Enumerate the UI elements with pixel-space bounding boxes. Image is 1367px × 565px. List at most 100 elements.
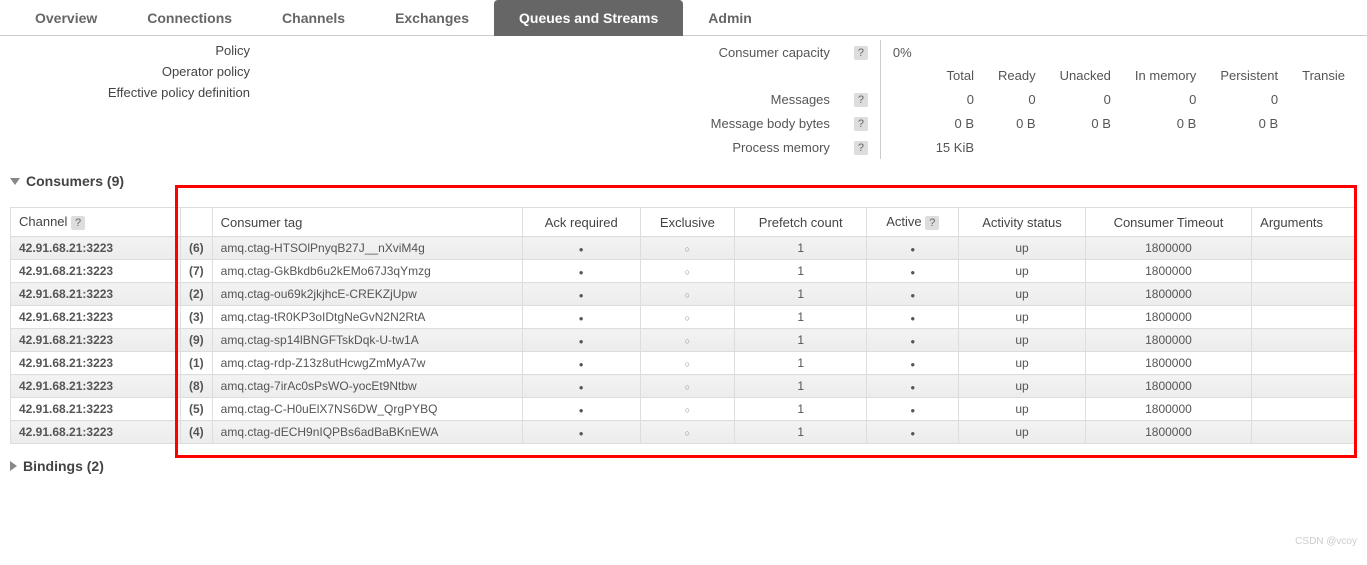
- channel-counter: (9): [181, 329, 213, 352]
- consumer-tag: amq.ctag-dECH9nIQPBs6adBaBKnEWA: [212, 421, 522, 444]
- active-cell: [867, 237, 959, 260]
- timeout-cell: 1800000: [1085, 375, 1251, 398]
- prefetch-cell: 1: [735, 352, 867, 375]
- processmem-value: 15 KiB: [924, 135, 986, 159]
- consumer-tag: amq.ctag-ou69k2jkjhcE-CREKZjUpw: [212, 283, 522, 306]
- channel-link[interactable]: 42.91.68.21:3223: [11, 306, 181, 329]
- stats-header-total: Total: [924, 64, 986, 87]
- exclusive-cell: [640, 237, 734, 260]
- consumers-table: Channel ? Consumer tag Ack required Excl…: [10, 207, 1357, 444]
- col-prefetch: Prefetch count: [735, 208, 867, 237]
- status-cell: up: [959, 375, 1086, 398]
- table-row: 42.91.68.21:3223(2)amq.ctag-ou69k2jkjhcE…: [11, 283, 1357, 306]
- help-icon[interactable]: ?: [854, 46, 868, 60]
- stats-header-ready: Ready: [986, 64, 1048, 87]
- help-icon[interactable]: ?: [854, 117, 868, 131]
- channel-link[interactable]: 42.91.68.21:3223: [11, 283, 181, 306]
- help-icon[interactable]: ?: [854, 141, 868, 155]
- args-cell: [1252, 306, 1357, 329]
- exclusive-cell: [640, 306, 734, 329]
- table-row: 42.91.68.21:3223(1)amq.ctag-rdp-Z13z8utH…: [11, 352, 1357, 375]
- channel-counter: (2): [181, 283, 213, 306]
- exclusive-cell: [640, 398, 734, 421]
- consumer-tag: amq.ctag-GkBkdb6u2kEMo67J3qYmzg: [212, 260, 522, 283]
- tab-admin[interactable]: Admin: [683, 0, 777, 36]
- consumers-section-header[interactable]: Consumers (9): [0, 159, 1367, 195]
- policy-label: Policy: [10, 40, 250, 61]
- chevron-right-icon: [10, 461, 17, 471]
- tab-exchanges[interactable]: Exchanges: [370, 0, 494, 36]
- help-icon[interactable]: ?: [925, 216, 939, 230]
- tab-queues[interactable]: Queues and Streams: [494, 0, 683, 36]
- stats-header-unacked: Unacked: [1048, 64, 1123, 87]
- bodybytes-ready: 0 B: [986, 111, 1048, 135]
- col-exclusive: Exclusive: [640, 208, 734, 237]
- col-channel: Channel ?: [11, 208, 181, 237]
- bindings-title: Bindings (2): [23, 458, 104, 474]
- consumer-tag: amq.ctag-HTSOlPnyqB27J__nXviM4g: [212, 237, 522, 260]
- effective-policy-label: Effective policy definition: [10, 82, 250, 103]
- table-row: 42.91.68.21:3223(4)amq.ctag-dECH9nIQPBs6…: [11, 421, 1357, 444]
- timeout-cell: 1800000: [1085, 237, 1251, 260]
- consumer-tag: amq.ctag-sp14lBNGFTskDqk-U-tw1A: [212, 329, 522, 352]
- operator-policy-label: Operator policy: [10, 61, 250, 82]
- exclusive-cell: [640, 421, 734, 444]
- status-cell: up: [959, 306, 1086, 329]
- channel-link[interactable]: 42.91.68.21:3223: [11, 260, 181, 283]
- args-cell: [1252, 352, 1357, 375]
- channel-counter: (7): [181, 260, 213, 283]
- bodybytes-persistent: 0 B: [1208, 111, 1290, 135]
- timeout-cell: 1800000: [1085, 260, 1251, 283]
- args-cell: [1252, 260, 1357, 283]
- args-cell: [1252, 283, 1357, 306]
- tab-overview[interactable]: Overview: [10, 0, 122, 36]
- exclusive-cell: [640, 375, 734, 398]
- tab-connections[interactable]: Connections: [122, 0, 257, 36]
- table-row: 42.91.68.21:3223(7)amq.ctag-GkBkdb6u2kEM…: [11, 260, 1357, 283]
- ack-cell: [522, 283, 640, 306]
- table-row: 42.91.68.21:3223(3)amq.ctag-tR0KP3oIDtgN…: [11, 306, 1357, 329]
- table-row: 42.91.68.21:3223(8)amq.ctag-7irAc0sPsWO-…: [11, 375, 1357, 398]
- ack-cell: [522, 398, 640, 421]
- exclusive-cell: [640, 283, 734, 306]
- channel-link[interactable]: 42.91.68.21:3223: [11, 375, 181, 398]
- messages-label: Messages: [699, 87, 842, 111]
- tab-channels[interactable]: Channels: [257, 0, 370, 36]
- channel-link[interactable]: 42.91.68.21:3223: [11, 329, 181, 352]
- bodybytes-total: 0 B: [924, 111, 986, 135]
- exclusive-cell: [640, 329, 734, 352]
- channel-link[interactable]: 42.91.68.21:3223: [11, 398, 181, 421]
- col-tag: Consumer tag: [212, 208, 522, 237]
- stats-header-inmemory: In memory: [1123, 64, 1208, 87]
- active-cell: [867, 306, 959, 329]
- prefetch-cell: 1: [735, 329, 867, 352]
- channel-counter: (1): [181, 352, 213, 375]
- consumer-tag: amq.ctag-C-H0uElX7NS6DW_QrgPYBQ: [212, 398, 522, 421]
- stats-header-transient: Transie: [1290, 64, 1357, 87]
- prefetch-cell: 1: [735, 237, 867, 260]
- bindings-section-header[interactable]: Bindings (2): [0, 444, 1367, 480]
- active-cell: [867, 329, 959, 352]
- status-cell: up: [959, 329, 1086, 352]
- messages-inmemory: 0: [1123, 87, 1208, 111]
- prefetch-cell: 1: [735, 375, 867, 398]
- channel-link[interactable]: 42.91.68.21:3223: [11, 352, 181, 375]
- ack-cell: [522, 421, 640, 444]
- channel-link[interactable]: 42.91.68.21:3223: [11, 237, 181, 260]
- status-cell: up: [959, 283, 1086, 306]
- args-cell: [1252, 329, 1357, 352]
- messages-total: 0: [924, 87, 986, 111]
- processmem-label: Process memory: [699, 135, 842, 159]
- exclusive-cell: [640, 352, 734, 375]
- messages-unacked: 0: [1048, 87, 1123, 111]
- active-cell: [867, 260, 959, 283]
- args-cell: [1252, 421, 1357, 444]
- prefetch-cell: 1: [735, 260, 867, 283]
- help-icon[interactable]: ?: [854, 93, 868, 107]
- channel-counter: (6): [181, 237, 213, 260]
- args-cell: [1252, 375, 1357, 398]
- help-icon[interactable]: ?: [71, 216, 85, 230]
- active-cell: [867, 375, 959, 398]
- table-row: 42.91.68.21:3223(5)amq.ctag-C-H0uElX7NS6…: [11, 398, 1357, 421]
- channel-link[interactable]: 42.91.68.21:3223: [11, 421, 181, 444]
